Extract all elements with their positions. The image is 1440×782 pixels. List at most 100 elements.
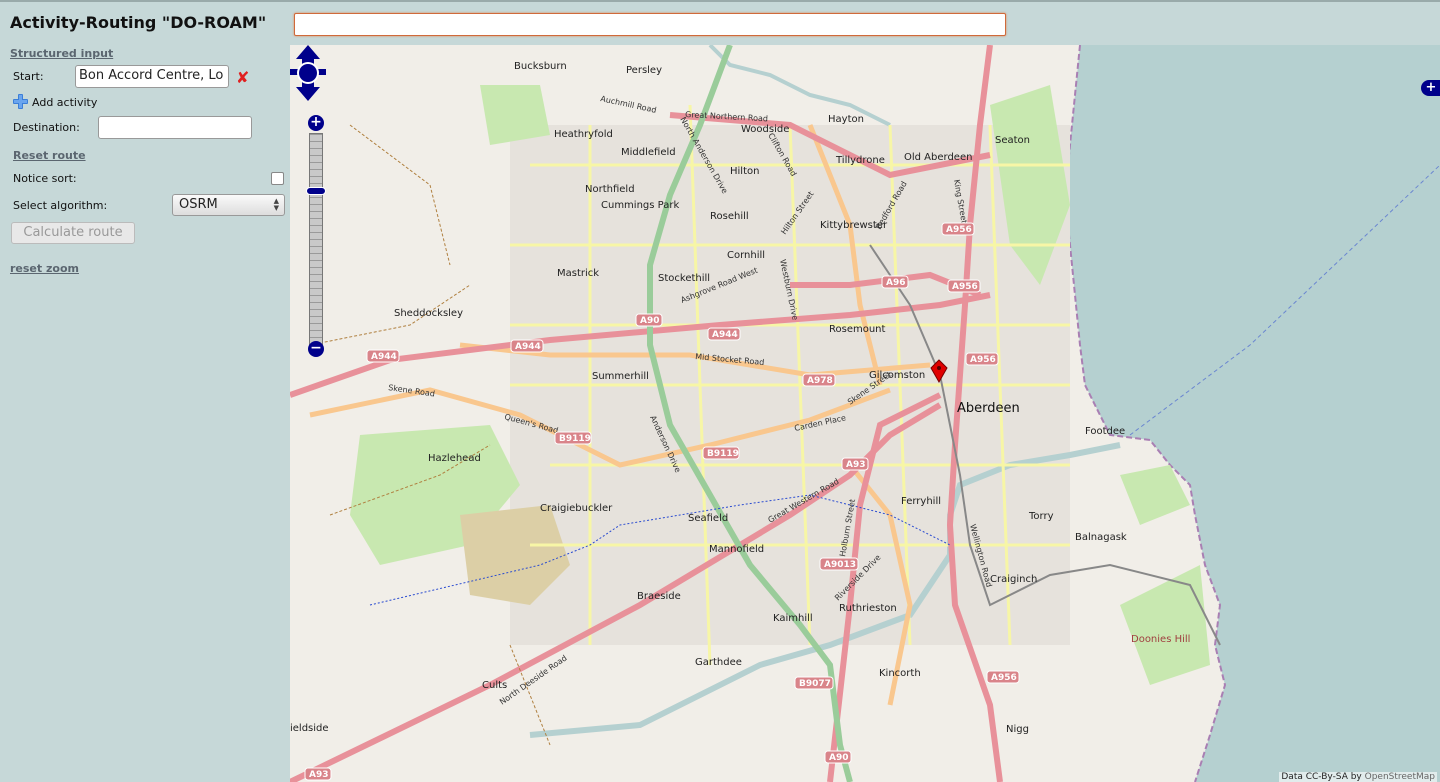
zoom-track[interactable] — [309, 133, 323, 345]
destination-label: Destination: — [13, 121, 80, 134]
shield-a944-2: A944 — [510, 339, 544, 353]
place-aberdeen: Aberdeen — [957, 401, 1020, 416]
place-seaton: Seaton — [995, 135, 1030, 146]
place-seafield: Seafield — [688, 513, 728, 524]
svg-text:A9013: A9013 — [824, 560, 856, 570]
place-hazlehead: Hazlehead — [428, 453, 481, 464]
svg-text:A90: A90 — [640, 316, 660, 326]
sidebar-panel: Structured input Start: Bon Accord Centr… — [0, 45, 290, 782]
svg-text:A944: A944 — [515, 342, 541, 352]
place-sheddocksley: Sheddocksley — [394, 308, 463, 319]
svg-text:A944: A944 — [371, 352, 397, 362]
map-attribution: Data CC-By-SA by OpenStreetMap — [1279, 772, 1437, 782]
zoom-out-button[interactable]: − — [308, 341, 324, 357]
shield-a978: A978 — [802, 373, 836, 387]
svg-text:A93: A93 — [846, 460, 866, 470]
header-bar: Activity-Routing "DO-ROAM" — [0, 2, 1440, 45]
shield-a956-1: A956 — [941, 222, 975, 236]
place-cummings-park: Cummings Park — [601, 200, 679, 211]
shield-a90-1: A90 — [635, 313, 663, 327]
shield-a93-1: A93 — [841, 457, 869, 471]
place-craigiebuckler: Craigiebuckler — [540, 503, 613, 514]
shield-a956-2: A956 — [947, 279, 981, 293]
shield-a93-2: A93 — [304, 767, 332, 781]
shield-b9119-2: B9119 — [702, 446, 740, 460]
sea-area — [1065, 45, 1440, 782]
park-north — [480, 85, 550, 145]
layer-switcher-button[interactable]: + — [1421, 80, 1440, 96]
start-input[interactable]: Bon Accord Centre, Lo — [75, 65, 229, 88]
reset-zoom-link[interactable]: reset zoom — [10, 262, 79, 275]
attribution-text: Data CC-By-SA by — [1281, 772, 1365, 782]
place-bucksburn: Bucksburn — [514, 61, 567, 72]
place-braeside: Braeside — [637, 591, 681, 602]
shield-a956-3: A956 — [965, 352, 999, 366]
place-doonies-hill: Doonies Hill — [1131, 634, 1190, 645]
svg-text:A944: A944 — [712, 330, 738, 340]
place-ruthrieston: Ruthrieston — [839, 603, 897, 614]
place-cults: Cults — [482, 680, 507, 691]
algorithm-select[interactable]: OSRM ▲ ▼ — [172, 194, 285, 216]
map-view[interactable]: Bucksburn Persley Heathryfold Woodside H… — [290, 45, 1440, 782]
place-ferryhill: Ferryhill — [901, 496, 941, 507]
place-hilton: Hilton — [730, 166, 759, 177]
svg-text:A956: A956 — [952, 282, 978, 292]
place-nigg: Nigg — [1006, 724, 1029, 735]
shield-a956-4: A956 — [986, 670, 1020, 684]
select-algorithm-label: Select algorithm: — [13, 199, 108, 212]
place-northfield: Northfield — [585, 184, 635, 195]
structured-input-link[interactable]: Structured input — [10, 47, 113, 60]
svg-text:A90: A90 — [829, 753, 849, 763]
select-arrows-icon: ▲ ▼ — [273, 197, 279, 212]
zoom-bar[interactable]: + − — [306, 115, 326, 357]
place-balnagask: Balnagask — [1075, 532, 1127, 543]
svg-text:A956: A956 — [946, 225, 972, 235]
search-box[interactable] — [294, 13, 1006, 36]
road-auchmill: Auchmill Road — [600, 94, 658, 115]
svg-text:B9077: B9077 — [799, 679, 831, 689]
place-rosemount: Rosemount — [829, 324, 886, 335]
svg-text:A956: A956 — [970, 355, 996, 365]
svg-text:B9119: B9119 — [707, 449, 739, 459]
notice-sort-checkbox[interactable] — [271, 172, 284, 185]
place-middlefield: Middlefield — [621, 147, 676, 158]
shield-a944-1: A944 — [707, 327, 741, 341]
place-mastrick: Mastrick — [557, 268, 599, 279]
svg-text:B9119: B9119 — [559, 434, 591, 444]
svg-text:A956: A956 — [991, 673, 1017, 683]
place-summerhill: Summerhill — [592, 371, 649, 382]
shield-b9077: B9077 — [794, 676, 834, 690]
place-hayton: Hayton — [828, 114, 864, 125]
svg-text:A978: A978 — [807, 376, 833, 386]
add-activity-link[interactable]: Add activity — [32, 96, 97, 109]
place-woodside: Woodside — [741, 124, 789, 135]
place-rosehill: Rosehill — [710, 211, 749, 222]
zoom-slider-handle[interactable] — [306, 187, 326, 195]
place-tillydrone: Tillydrone — [835, 155, 885, 166]
add-activity-icon[interactable] — [13, 94, 28, 109]
place-torry: Torry — [1028, 511, 1054, 522]
algorithm-selected-value: OSRM — [179, 197, 218, 212]
zoom-in-button[interactable]: + — [308, 115, 324, 131]
place-cornhill: Cornhill — [727, 250, 765, 261]
map-canvas[interactable]: Bucksburn Persley Heathryfold Woodside H… — [290, 45, 1440, 782]
place-bieldside: ieldside — [290, 723, 329, 734]
place-old-aberdeen: Old Aberdeen — [904, 152, 972, 163]
destination-input[interactable] — [98, 116, 252, 139]
calculate-route-button[interactable]: Calculate route — [11, 222, 135, 244]
page-title: Activity-Routing "DO-ROAM" — [10, 13, 267, 32]
pan-control-icon[interactable] — [290, 45, 326, 101]
place-heathryfold: Heathryfold — [554, 129, 613, 140]
shield-a90-2: A90 — [824, 750, 852, 764]
search-input[interactable] — [295, 14, 1005, 36]
openstreetmap-link[interactable]: OpenStreetMap — [1365, 772, 1435, 782]
park-doonies — [1120, 565, 1210, 685]
place-footdee: Footdee — [1085, 426, 1125, 437]
place-kincorth: Kincorth — [879, 668, 921, 679]
shield-a944-3: A944 — [366, 349, 400, 363]
shield-a9013: A9013 — [819, 557, 859, 571]
place-kaimhill: Kaimhill — [773, 613, 813, 624]
reset-route-link[interactable]: Reset route — [13, 149, 86, 162]
remove-start-icon[interactable]: ✘ — [236, 70, 249, 86]
place-mannofield: Mannofield — [709, 544, 764, 555]
